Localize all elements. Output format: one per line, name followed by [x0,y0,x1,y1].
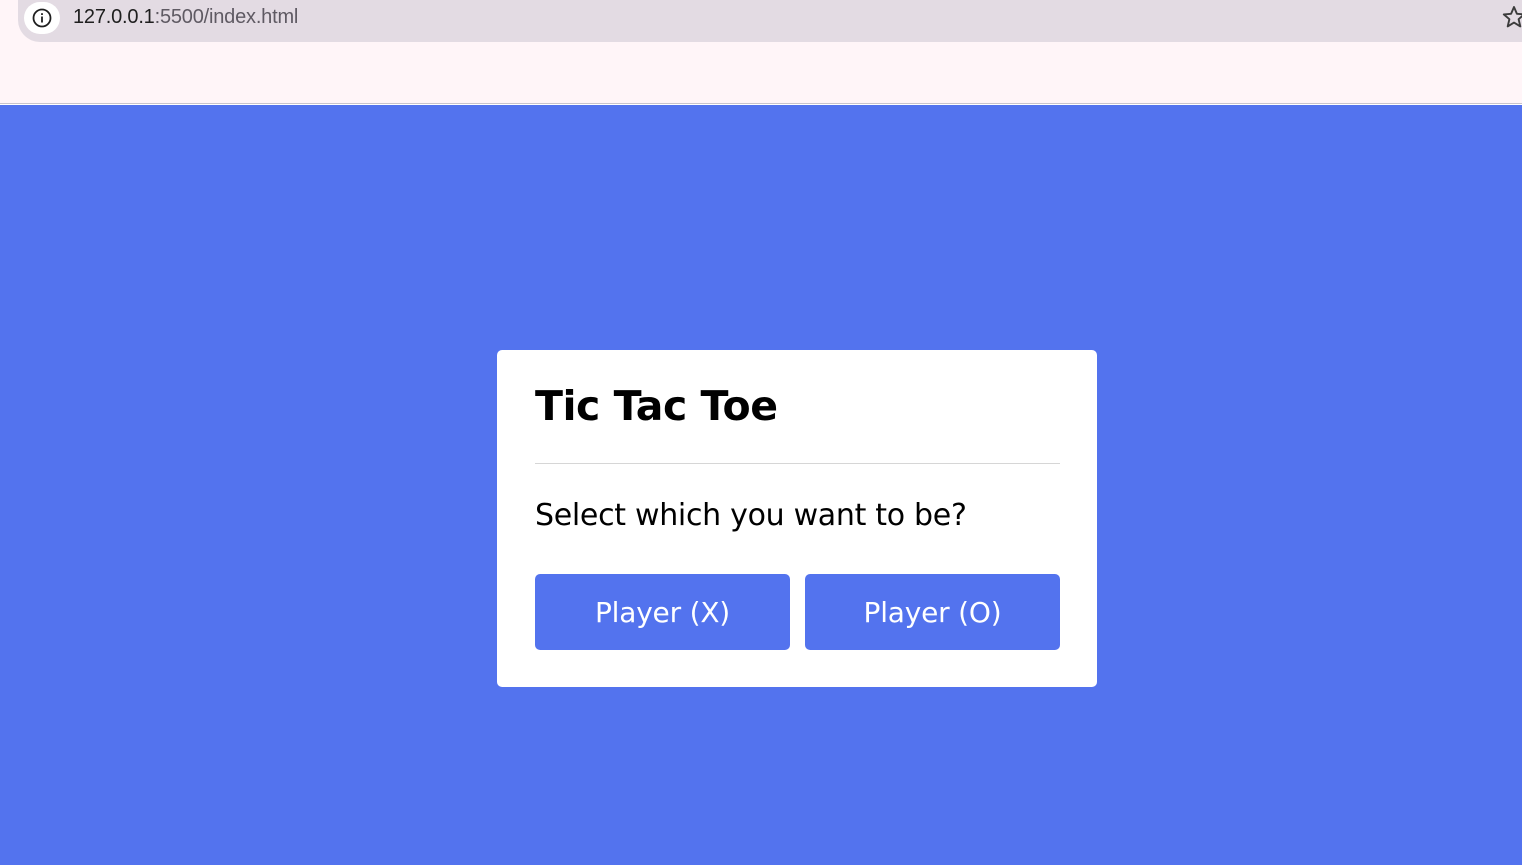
url-host: 127.0.0.1 [73,6,155,28]
page-background: Tic Tac Toe Select which you want to be?… [0,105,1522,865]
url-text[interactable]: 127.0.0.1:5500/index.html [73,6,298,29]
select-box: Tic Tac Toe Select which you want to be?… [497,350,1097,687]
game-title: Tic Tac Toe [535,382,778,430]
player-o-button[interactable]: Player (O) [805,574,1060,650]
info-icon[interactable] [24,2,60,34]
title-divider [535,463,1060,464]
star-icon[interactable] [1500,5,1522,29]
browser-chrome: 127.0.0.1:5500/index.html [0,0,1522,104]
address-bar[interactable]: 127.0.0.1:5500/index.html [18,0,1522,42]
url-path: :5500/index.html [154,6,299,28]
selection-prompt: Select which you want to be? [535,498,967,533]
player-x-button[interactable]: Player (X) [535,574,790,650]
